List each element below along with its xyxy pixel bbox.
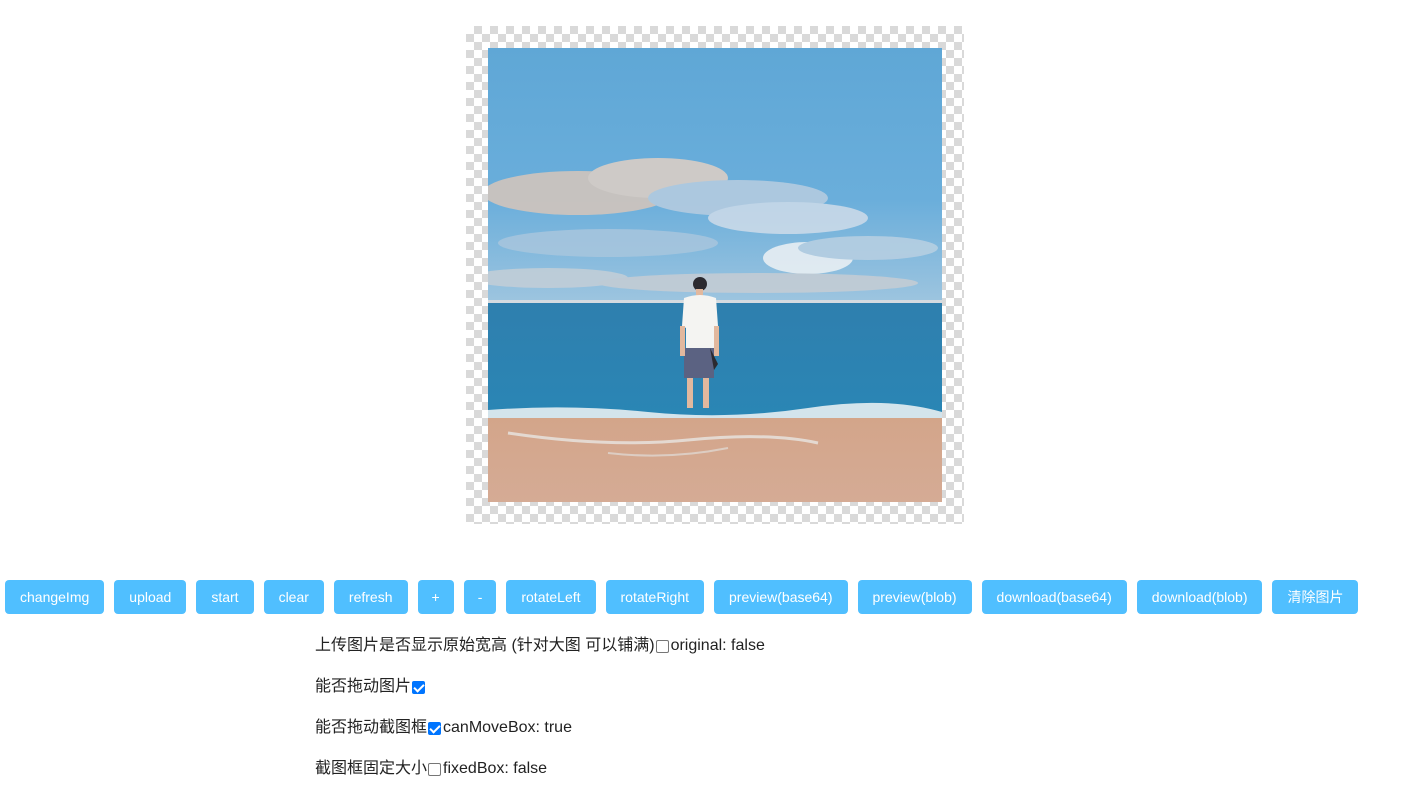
- start-button[interactable]: start: [196, 580, 254, 614]
- original-checkbox[interactable]: [655, 639, 669, 653]
- option-fixed-box: 截图框固定大小 fixedBox: false: [315, 757, 1215, 781]
- option-fixed-box-label: 截图框固定大小: [315, 760, 428, 777]
- option-original-status: original: false: [670, 637, 765, 654]
- preview-base64-button[interactable]: preview(base64): [714, 580, 848, 614]
- toolbar: changeImg upload start clear refresh + -…: [5, 580, 1417, 614]
- upload-button[interactable]: upload: [114, 580, 187, 614]
- fixed-box-checkbox[interactable]: [428, 762, 442, 776]
- option-can-move-label: 能否拖动图片: [315, 678, 412, 695]
- option-can-move-box-status: canMoveBox: true: [443, 719, 572, 736]
- change-img-button[interactable]: changeImg: [5, 580, 105, 614]
- page: changeImg upload start clear refresh + -…: [0, 0, 1421, 796]
- option-original-label: 上传图片是否显示原始宽高 (针对大图 可以铺满): [315, 637, 655, 654]
- beach-image: [488, 48, 942, 502]
- zoom-out-button[interactable]: -: [463, 580, 497, 614]
- preview-blob-button[interactable]: preview(blob): [857, 580, 972, 614]
- options-panel: 上传图片是否显示原始宽高 (针对大图 可以铺满) original: false…: [315, 634, 1215, 796]
- rotate-right-button[interactable]: rotateRight: [605, 580, 704, 614]
- option-can-move-box-label: 能否拖动截图框: [315, 719, 428, 736]
- clear-button[interactable]: clear: [263, 580, 324, 614]
- can-move-box-checkbox[interactable]: [428, 721, 442, 735]
- can-move-checkbox[interactable]: [412, 680, 426, 694]
- refresh-button[interactable]: refresh: [333, 580, 408, 614]
- rotate-left-button[interactable]: rotateLeft: [506, 580, 596, 614]
- option-can-move-box: 能否拖动截图框 canMoveBox: true: [315, 716, 1215, 740]
- download-blob-button[interactable]: download(blob): [1136, 580, 1263, 614]
- option-can-move: 能否拖动图片: [315, 675, 1215, 699]
- image-cropper[interactable]: [466, 26, 964, 524]
- option-original: 上传图片是否显示原始宽高 (针对大图 可以铺满) original: false: [315, 634, 1215, 658]
- zoom-in-button[interactable]: +: [417, 580, 454, 614]
- clear-image-button[interactable]: 清除图片: [1272, 580, 1359, 614]
- download-base64-button[interactable]: download(base64): [981, 580, 1127, 614]
- option-fixed-box-status: fixedBox: false: [443, 760, 548, 777]
